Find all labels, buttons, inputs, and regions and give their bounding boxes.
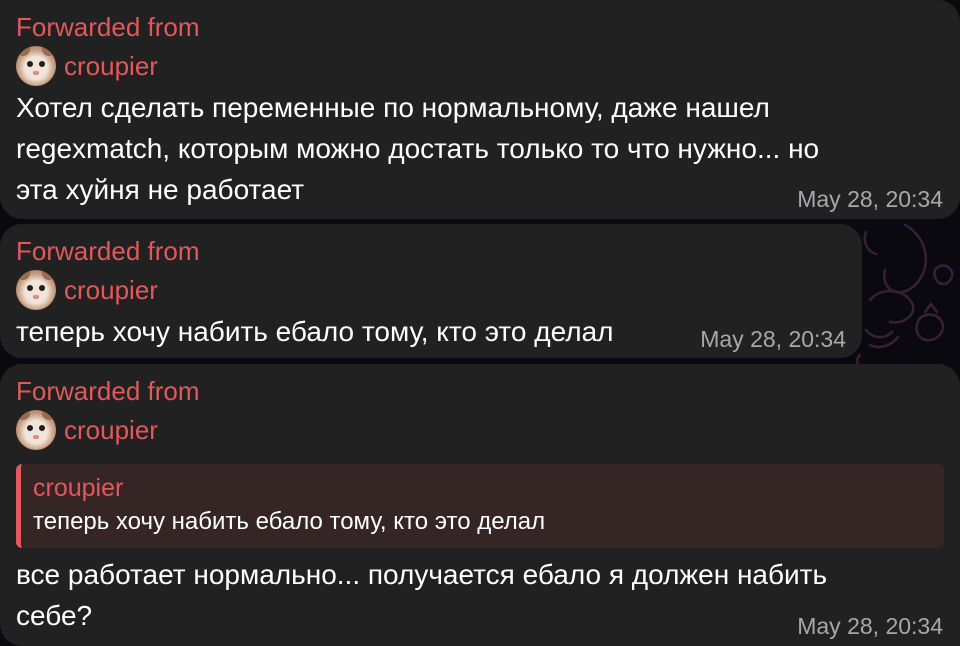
forwarded-from-label: Forwarded from: [16, 12, 200, 42]
message-timestamp: May 28, 20:34: [797, 613, 943, 639]
message-text-line: себе?: [16, 600, 93, 631]
message-body: все работает нормально... получается еба…: [16, 554, 827, 636]
forward-source[interactable]: croupier: [16, 409, 944, 451]
message-timestamp: May 28, 20:34: [797, 186, 943, 212]
message-bubble[interactable]: Forwarded from croupier теперь хочу наби…: [0, 224, 862, 358]
message-bubble[interactable]: Forwarded from croupier Хотел сделать пе…: [0, 0, 960, 219]
forward-source-name[interactable]: croupier: [64, 415, 158, 445]
reply-author: croupier: [33, 474, 124, 502]
reply-quote[interactable]: croupier теперь хочу набить ебало тому, …: [16, 464, 944, 548]
forwarded-from-label: Forwarded from: [16, 376, 200, 406]
avatar[interactable]: [16, 46, 56, 86]
forward-source-name[interactable]: croupier: [64, 275, 158, 305]
chat-history: Forwarded from croupier Хотел сделать пе…: [0, 0, 960, 646]
avatar[interactable]: [16, 270, 56, 310]
forward-source[interactable]: croupier: [16, 45, 944, 87]
avatar[interactable]: [16, 410, 56, 450]
message-text-line: все работает нормально... получается еба…: [16, 559, 828, 590]
message-bubble[interactable]: Forwarded from croupier croupier теперь …: [0, 364, 960, 646]
forwarded-from-label: Forwarded from: [16, 236, 200, 266]
forward-source-name[interactable]: croupier: [64, 51, 158, 81]
message-text-line: regexmatch, которым можно достать только…: [16, 133, 820, 164]
message-text-line: Хотел сделать переменные по нормальному,…: [16, 92, 770, 123]
message-timestamp: May 28, 20:34: [700, 326, 846, 352]
forward-source[interactable]: croupier: [16, 269, 846, 311]
reply-text: теперь хочу набить ебало тому, кто это д…: [33, 508, 546, 535]
